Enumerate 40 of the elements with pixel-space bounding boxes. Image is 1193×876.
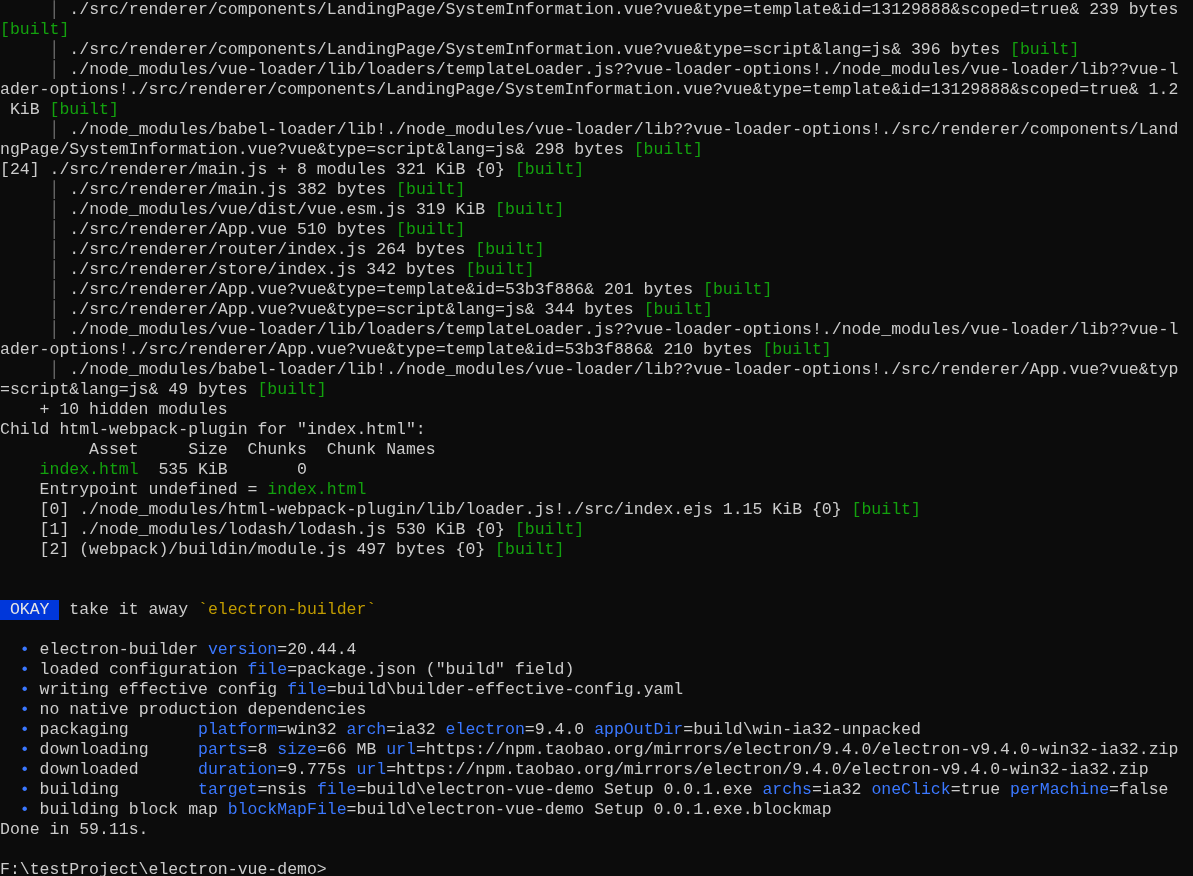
console-line: + 10 hidden modules	[38, 400, 228, 420]
console-line: │ ./src/renderer/App.vue 510 bytes [built]	[48, 220, 466, 240]
console-line: • loaded configuration file=package.json ("build" field)	[18, 660, 575, 680]
console-line: Asset Size Chunks Chunk Names	[88, 440, 436, 460]
status-badge: OKAY	[0, 600, 60, 620]
console-line: • downloaded duration=9.775s url=https://npm.taobao.org/mirrors/electron/9.4.0/electron-v9.4.0-win32-ia32.zip	[18, 760, 1149, 780]
console-line: │ ./src/renderer/main.js 382 bytes [built]	[48, 180, 466, 200]
console-line: Done in 59.11s.	[0, 820, 149, 840]
console-line: ader-options!./src/renderer/App.vue?vue&type=template&id=53b3f886& 210 bytes [built]	[0, 340, 832, 360]
console-line: │ ./node_modules/vue-loader/lib/loaders/templateLoader.js??vue-loader-options!./node_modules/vue-loader/lib??vue-l	[48, 320, 1179, 340]
console-line: [1] ./node_modules/lodash/lodash.js 530 KiB {0} [built]	[38, 520, 585, 540]
console-line: • downloading parts=8 size=66 MB url=https://npm.taobao.org/mirrors/electron/9.4.0/electron-v9.4.0-win32-ia32.zip	[18, 740, 1179, 760]
console-line: Entrypoint undefined = index.html	[38, 480, 367, 500]
console-line: │ ./src/renderer/App.vue?vue&type=script&lang=js& 344 bytes [built]	[48, 300, 713, 320]
console-line: Child html-webpack-plugin for "index.html":	[0, 420, 426, 440]
console-line: =script&lang=js& 49 bytes [built]	[0, 380, 327, 400]
console-line: │ ./src/renderer/components/LandingPage/SystemInformation.vue?vue&type=template&id=13129888&scoped=true& 239 bytes	[48, 0, 1179, 20]
console-line: take it away `electron-builder`	[68, 600, 377, 620]
console-line: [2] (webpack)/buildin/module.js 497 bytes {0} [built]	[38, 540, 565, 560]
console-line: index.html 535 KiB 0	[38, 460, 307, 480]
console-line: │ ./src/renderer/store/index.js 342 bytes [built]	[48, 260, 535, 280]
console-line: • packaging platform=win32 arch=ia32 electron=9.4.0 appOutDir=build\win-ia32-unpacked	[18, 720, 921, 740]
console-line: • building target=nsis file=build\electron-vue-demo Setup 0.0.1.exe archs=ia32 oneClick=true perMachine=false	[18, 780, 1169, 800]
console-line: │ ./node_modules/babel-loader/lib!./node_modules/vue-loader/lib??vue-loader-options!./src/renderer/App.vue?vue&typ	[48, 360, 1179, 380]
console-line: • no native production dependencies	[18, 700, 367, 720]
console-line: ader-options!./src/renderer/components/LandingPage/SystemInformation.vue?vue&type=template&id=13129888&scoped=true& 1.2	[0, 80, 1179, 100]
console-line: │ ./src/renderer/router/index.js 264 bytes [built]	[48, 240, 545, 260]
console-line: │ ./node_modules/vue/dist/vue.esm.js 319 KiB [built]	[48, 200, 565, 220]
console-line: │ ./src/renderer/App.vue?vue&type=template&id=53b3f886& 201 bytes [built]	[48, 280, 773, 300]
console-line: │ ./node_modules/vue-loader/lib/loaders/templateLoader.js??vue-loader-options!./node_modules/vue-loader/lib??vue-l	[48, 60, 1179, 80]
console-line: [built]	[0, 20, 70, 40]
console-line: │ ./node_modules/babel-loader/lib!./node_modules/vue-loader/lib??vue-loader-options!./src/renderer/components/Land	[48, 120, 1179, 140]
console-line: │ ./src/renderer/components/LandingPage/SystemInformation.vue?vue&type=script&lang=js& 396 bytes [built]	[48, 40, 1080, 60]
console-line: • writing effective config file=build\builder-effective-config.yaml	[18, 680, 684, 700]
console-line: ngPage/SystemInformation.vue?vue&type=script&lang=js& 298 bytes [built]	[0, 140, 703, 160]
console-line: [24] ./src/renderer/main.js + 8 modules 321 KiB {0} [built]	[0, 160, 585, 180]
console-line: • electron-builder version=20.44.4	[18, 640, 357, 660]
console-line: • building block map blockMapFile=build\electron-vue-demo Setup 0.0.1.exe.blockmap	[18, 800, 832, 820]
console-line: [0] ./node_modules/html-webpack-plugin/lib/loader.js!./src/index.ejs 1.15 KiB {0} [built]	[38, 500, 921, 520]
console-line: KiB [built]	[8, 100, 119, 120]
